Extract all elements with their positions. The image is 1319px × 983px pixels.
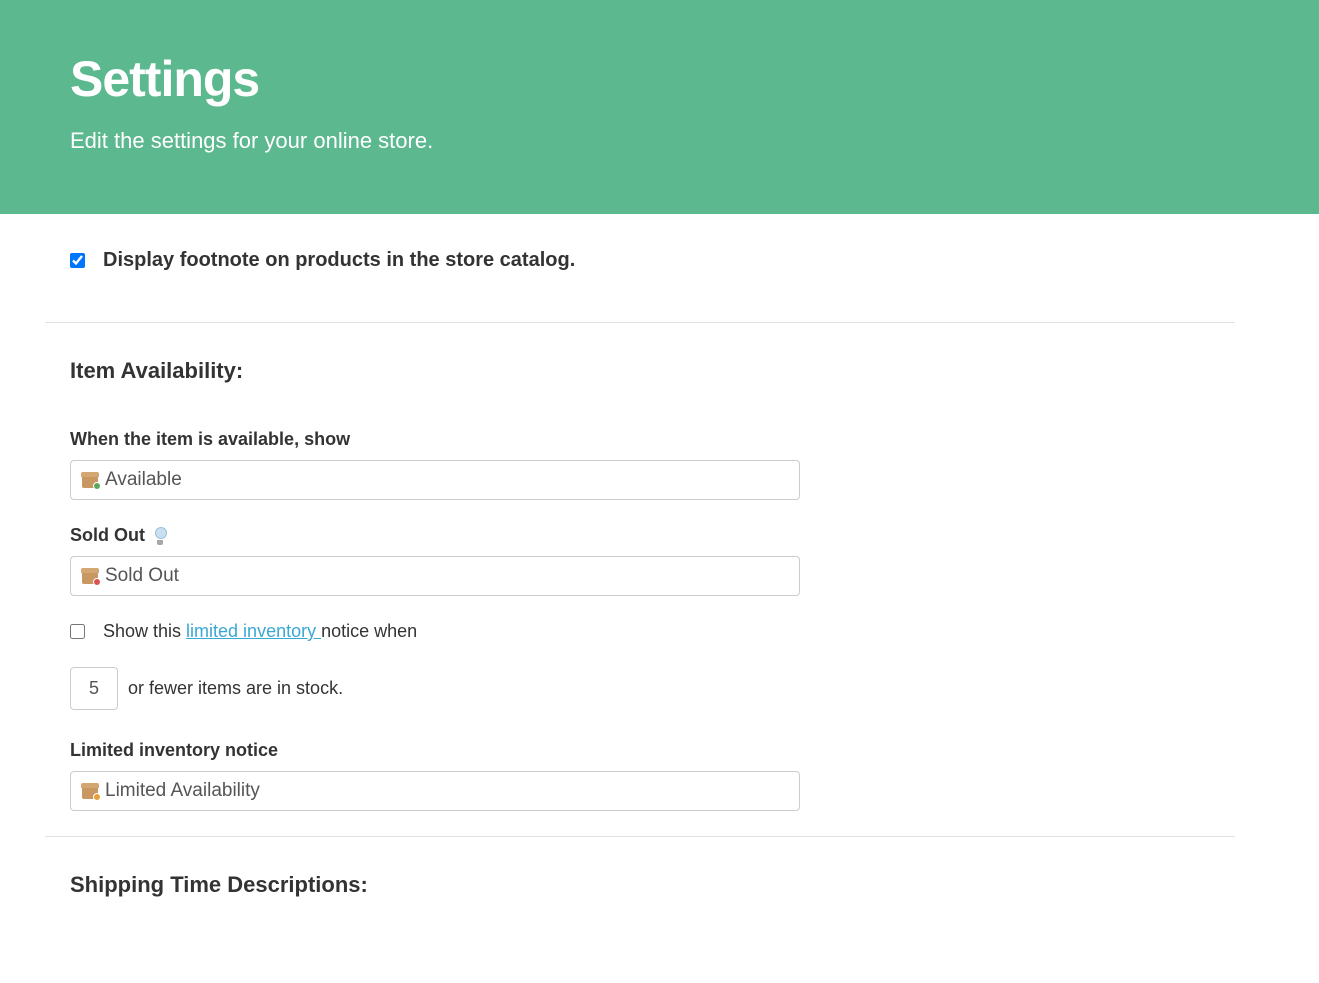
available-field-group: When the item is available, show: [70, 429, 1210, 500]
threshold-suffix: or fewer items are in stock.: [128, 678, 343, 699]
limited-prefix: Show this: [103, 621, 186, 641]
available-input[interactable]: [105, 469, 789, 491]
page-subtitle: Edit the settings for your online store.: [70, 128, 1249, 154]
section-divider: [45, 322, 1235, 323]
shipping-title: Shipping Time Descriptions:: [70, 872, 1210, 898]
soldout-input-wrapper[interactable]: [70, 556, 800, 596]
limited-notice-label: Limited inventory notice: [70, 740, 1210, 761]
threshold-input[interactable]: [70, 667, 118, 710]
section-divider-2: [45, 836, 1235, 837]
box-soldout-icon: [81, 568, 99, 584]
soldout-label: Sold Out: [70, 525, 145, 546]
threshold-row: or fewer items are in stock.: [70, 667, 1210, 710]
limited-inventory-row: Show this limited inventory notice when: [70, 621, 1210, 642]
box-available-icon: [81, 472, 99, 488]
limited-inventory-checkbox[interactable]: [70, 624, 85, 639]
soldout-input[interactable]: [105, 565, 789, 587]
settings-content: Display footnote on products in the stor…: [0, 214, 1280, 983]
footnote-row: Display footnote on products in the stor…: [70, 249, 1210, 282]
limited-inventory-text: Show this limited inventory notice when: [103, 621, 417, 642]
limited-notice-input-wrapper[interactable]: [70, 771, 800, 811]
page-title: Settings: [70, 50, 1249, 108]
lightbulb-icon[interactable]: [153, 527, 167, 545]
available-input-wrapper[interactable]: [70, 460, 800, 500]
limited-notice-field-group: Limited inventory notice: [70, 740, 1210, 811]
box-limited-icon: [81, 783, 99, 799]
limited-suffix: notice when: [321, 621, 417, 641]
footnote-checkbox[interactable]: [70, 253, 85, 268]
page-header: Settings Edit the settings for your onli…: [0, 0, 1319, 214]
available-label: When the item is available, show: [70, 429, 1210, 450]
soldout-label-row: Sold Out: [70, 525, 1210, 546]
limited-notice-input[interactable]: [105, 780, 789, 802]
soldout-field-group: Sold Out: [70, 525, 1210, 596]
limited-inventory-link[interactable]: limited inventory: [186, 621, 321, 641]
footnote-label: Display footnote on products in the stor…: [103, 249, 575, 272]
item-availability-title: Item Availability:: [70, 358, 1210, 384]
